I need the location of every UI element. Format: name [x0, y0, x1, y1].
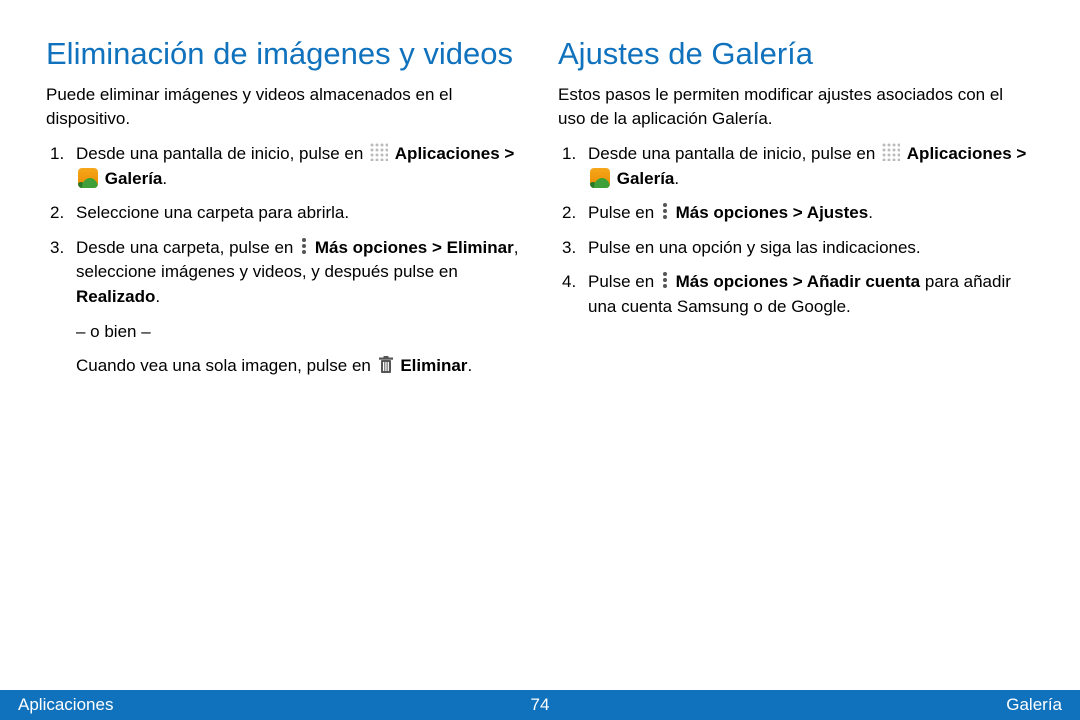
- left-single: Cuando vea una sola imagen, pulse en Eli…: [76, 354, 522, 379]
- more-options-icon: [300, 237, 308, 255]
- right-step-1: Desde una pantalla de inicio, pulse en A…: [558, 142, 1034, 191]
- page-footer: Aplicaciones 74 Galería: [0, 690, 1080, 720]
- left-step-3: Desde una carpeta, pulse en Más opciones…: [46, 236, 522, 379]
- left-step-2: Seleccione una carpeta para abrirla.: [46, 201, 522, 226]
- footer-right: Galería: [1006, 695, 1062, 715]
- heading-settings: Ajustes de Galería: [558, 36, 1034, 73]
- left-column: Eliminación de imágenes y videos Puede e…: [46, 36, 522, 379]
- left-step-1: Desde una pantalla de inicio, pulse en A…: [46, 142, 522, 191]
- heading-delete: Eliminación de imágenes y videos: [46, 36, 522, 73]
- intro-delete: Puede eliminar imágenes y videos almacen…: [46, 83, 522, 132]
- footer-page-number: 74: [531, 695, 550, 715]
- right-step-3: Pulse en una opción y siga las indicacio…: [558, 236, 1034, 261]
- gallery-icon: [590, 168, 610, 188]
- apps-grid-icon: [370, 143, 388, 161]
- left-or: – o bien –: [76, 320, 522, 345]
- right-step-4: Pulse en Más opciones > Añadir cuenta pa…: [558, 270, 1034, 319]
- right-column: Ajustes de Galería Estos pasos le permit…: [558, 36, 1034, 379]
- footer-left: Aplicaciones: [18, 695, 113, 715]
- more-options-icon: [661, 271, 669, 289]
- gallery-icon: [78, 168, 98, 188]
- apps-grid-icon: [882, 143, 900, 161]
- more-options-icon: [661, 202, 669, 220]
- trash-icon: [378, 356, 394, 374]
- intro-settings: Estos pasos le permiten modificar ajuste…: [558, 83, 1034, 132]
- right-step-2: Pulse en Más opciones > Ajustes.: [558, 201, 1034, 226]
